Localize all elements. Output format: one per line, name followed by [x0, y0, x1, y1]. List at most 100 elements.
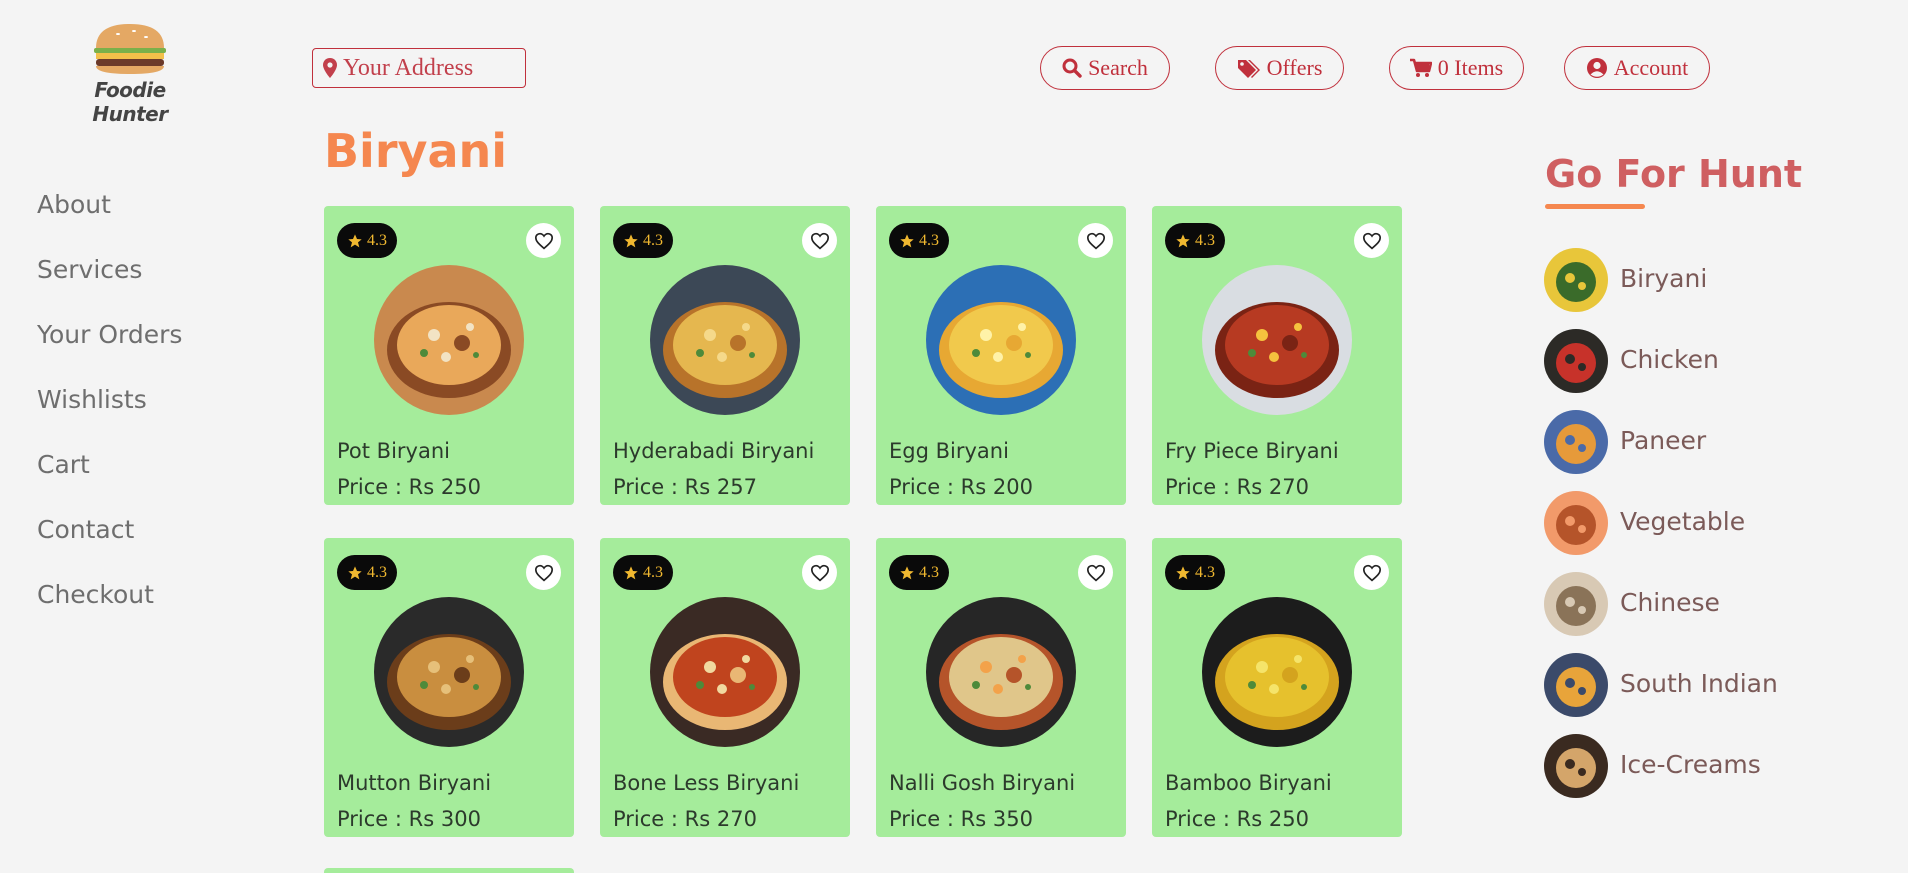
sidebar-item-wishlists[interactable]: Wishlists — [37, 381, 182, 446]
category-item-chicken[interactable]: Chicken — [1544, 329, 1778, 410]
category-item-biryani[interactable]: Biryani — [1544, 248, 1778, 329]
wishlist-button[interactable] — [526, 555, 561, 590]
product-card[interactable]: 4.3 Bone Less Biryani Price: Rs 270 — [600, 538, 850, 837]
category-label: Chinese — [1620, 588, 1720, 617]
product-card[interactable]: 4.3 Pot Biryani Price: Rs 250 — [324, 206, 574, 505]
categories-title: Go For Hunt — [1545, 152, 1803, 196]
wishlist-button[interactable] — [802, 223, 837, 258]
wishlist-button[interactable] — [1354, 223, 1389, 258]
dish-image — [374, 597, 524, 747]
heart-icon — [810, 232, 829, 249]
section-title: Biryani — [324, 124, 508, 178]
product-card-peek — [324, 868, 574, 873]
cart-icon — [1409, 58, 1432, 77]
rating-badge: 4.3 — [337, 555, 397, 590]
product-card[interactable]: 4.3 Bamboo Biryani Price: Rs 250 — [1152, 538, 1402, 837]
category-label: Vegetable — [1620, 507, 1746, 536]
category-thumbnail — [1544, 491, 1608, 555]
account-button[interactable]: Account — [1564, 46, 1710, 90]
rating-value: 4.3 — [643, 563, 663, 581]
category-item-paneer[interactable]: Paneer — [1544, 410, 1778, 491]
rating-value: 4.3 — [919, 231, 939, 249]
sidebar-item-services[interactable]: Services — [37, 251, 182, 316]
wishlist-button[interactable] — [526, 223, 561, 258]
account-label: Account — [1613, 55, 1689, 80]
dish-image — [374, 265, 524, 415]
category-label: South Indian — [1620, 669, 1778, 698]
star-icon — [1176, 565, 1190, 579]
rating-badge: 4.3 — [889, 555, 949, 590]
rating-badge: 4.3 — [1165, 555, 1225, 590]
product-name: Bamboo Biryani — [1165, 771, 1332, 795]
product-card[interactable]: 4.3 Fry Piece Biryani Price: Rs 270 — [1152, 206, 1402, 505]
category-label: Paneer — [1620, 426, 1707, 455]
product-card[interactable]: 4.3 Egg Biryani Price: Rs 200 — [876, 206, 1126, 505]
star-icon — [900, 233, 914, 247]
tags-icon — [1237, 60, 1260, 78]
star-icon — [624, 565, 638, 579]
offers-button[interactable]: Offers — [1215, 46, 1344, 90]
product-name: Pot Biryani — [337, 439, 450, 463]
star-icon — [900, 565, 914, 579]
category-item-ice-creams[interactable]: Ice-Creams — [1544, 734, 1778, 815]
burger-icon — [94, 24, 166, 74]
search-icon — [1062, 58, 1082, 78]
heart-icon — [534, 564, 553, 581]
product-name: Hyderabadi Biryani — [613, 439, 815, 463]
cart-button[interactable]: 0 Items — [1389, 46, 1524, 90]
category-label: Ice-Creams — [1620, 750, 1761, 779]
product-name: Mutton Biryani — [337, 771, 492, 795]
sidebar-item-your-orders[interactable]: Your Orders — [37, 316, 182, 381]
sidebar-item-cart[interactable]: Cart — [37, 446, 182, 511]
product-price: Price : Rs 200 — [889, 475, 1033, 499]
category-item-chinese[interactable]: Chinese — [1544, 572, 1778, 653]
dish-image — [926, 597, 1076, 747]
star-icon — [1176, 233, 1190, 247]
rating-value: 4.3 — [643, 231, 663, 249]
category-item-vegetable[interactable]: Vegetable — [1544, 491, 1778, 572]
address-placeholder: Your Address — [343, 54, 474, 81]
dish-image — [926, 265, 1076, 415]
product-name: Fry Piece Biryani — [1165, 439, 1339, 463]
category-label: Biryani — [1620, 264, 1708, 293]
rating-value: 4.3 — [367, 231, 387, 249]
star-icon — [348, 565, 362, 579]
rating-badge: 4.3 — [337, 223, 397, 258]
rating-badge: 4.3 — [889, 223, 949, 258]
star-icon — [348, 233, 362, 247]
heart-icon — [1362, 232, 1381, 249]
product-card[interactable]: 4.3 Hyderabadi Biryani Price: Rs 257 — [600, 206, 850, 505]
title-underline — [1545, 204, 1645, 209]
sidebar-item-contact[interactable]: Contact — [37, 511, 182, 576]
category-thumbnail — [1544, 653, 1608, 717]
product-card[interactable]: 4.3 Mutton Biryani Price: Rs 300 — [324, 538, 574, 837]
sidebar-nav: About Services Your Orders Wishlists Car… — [37, 186, 182, 641]
wishlist-button[interactable] — [1354, 555, 1389, 590]
sidebar-item-checkout[interactable]: Checkout — [37, 576, 182, 641]
category-thumbnail — [1544, 410, 1608, 474]
product-price: Price : Rs 350 — [889, 807, 1033, 831]
heart-icon — [534, 232, 553, 249]
rating-value: 4.3 — [367, 563, 387, 581]
heart-icon — [1362, 564, 1381, 581]
product-price: Price : Rs 300 — [337, 807, 481, 831]
rating-value: 4.3 — [1195, 563, 1215, 581]
product-card[interactable]: 4.3 Nalli Gosh Biryani Price: Rs 350 — [876, 538, 1126, 837]
heart-icon — [1086, 232, 1105, 249]
dish-image — [650, 597, 800, 747]
category-thumbnail — [1544, 734, 1608, 798]
sidebar-item-about[interactable]: About — [37, 186, 182, 251]
category-item-south-indian[interactable]: South Indian — [1544, 653, 1778, 734]
address-input[interactable]: Your Address — [312, 48, 526, 88]
search-button[interactable]: Search — [1040, 46, 1170, 90]
heart-icon — [810, 564, 829, 581]
product-price: Price : Rs 257 — [613, 475, 757, 499]
wishlist-button[interactable] — [1078, 555, 1113, 590]
product-price: Price : Rs 270 — [613, 807, 757, 831]
wishlist-button[interactable] — [1078, 223, 1113, 258]
wishlist-button[interactable] — [802, 555, 837, 590]
rating-badge: 4.3 — [613, 555, 673, 590]
rating-badge: 4.3 — [613, 223, 673, 258]
category-thumbnail — [1544, 248, 1608, 312]
brand-logo[interactable]: Foodie Hunter — [60, 20, 200, 126]
